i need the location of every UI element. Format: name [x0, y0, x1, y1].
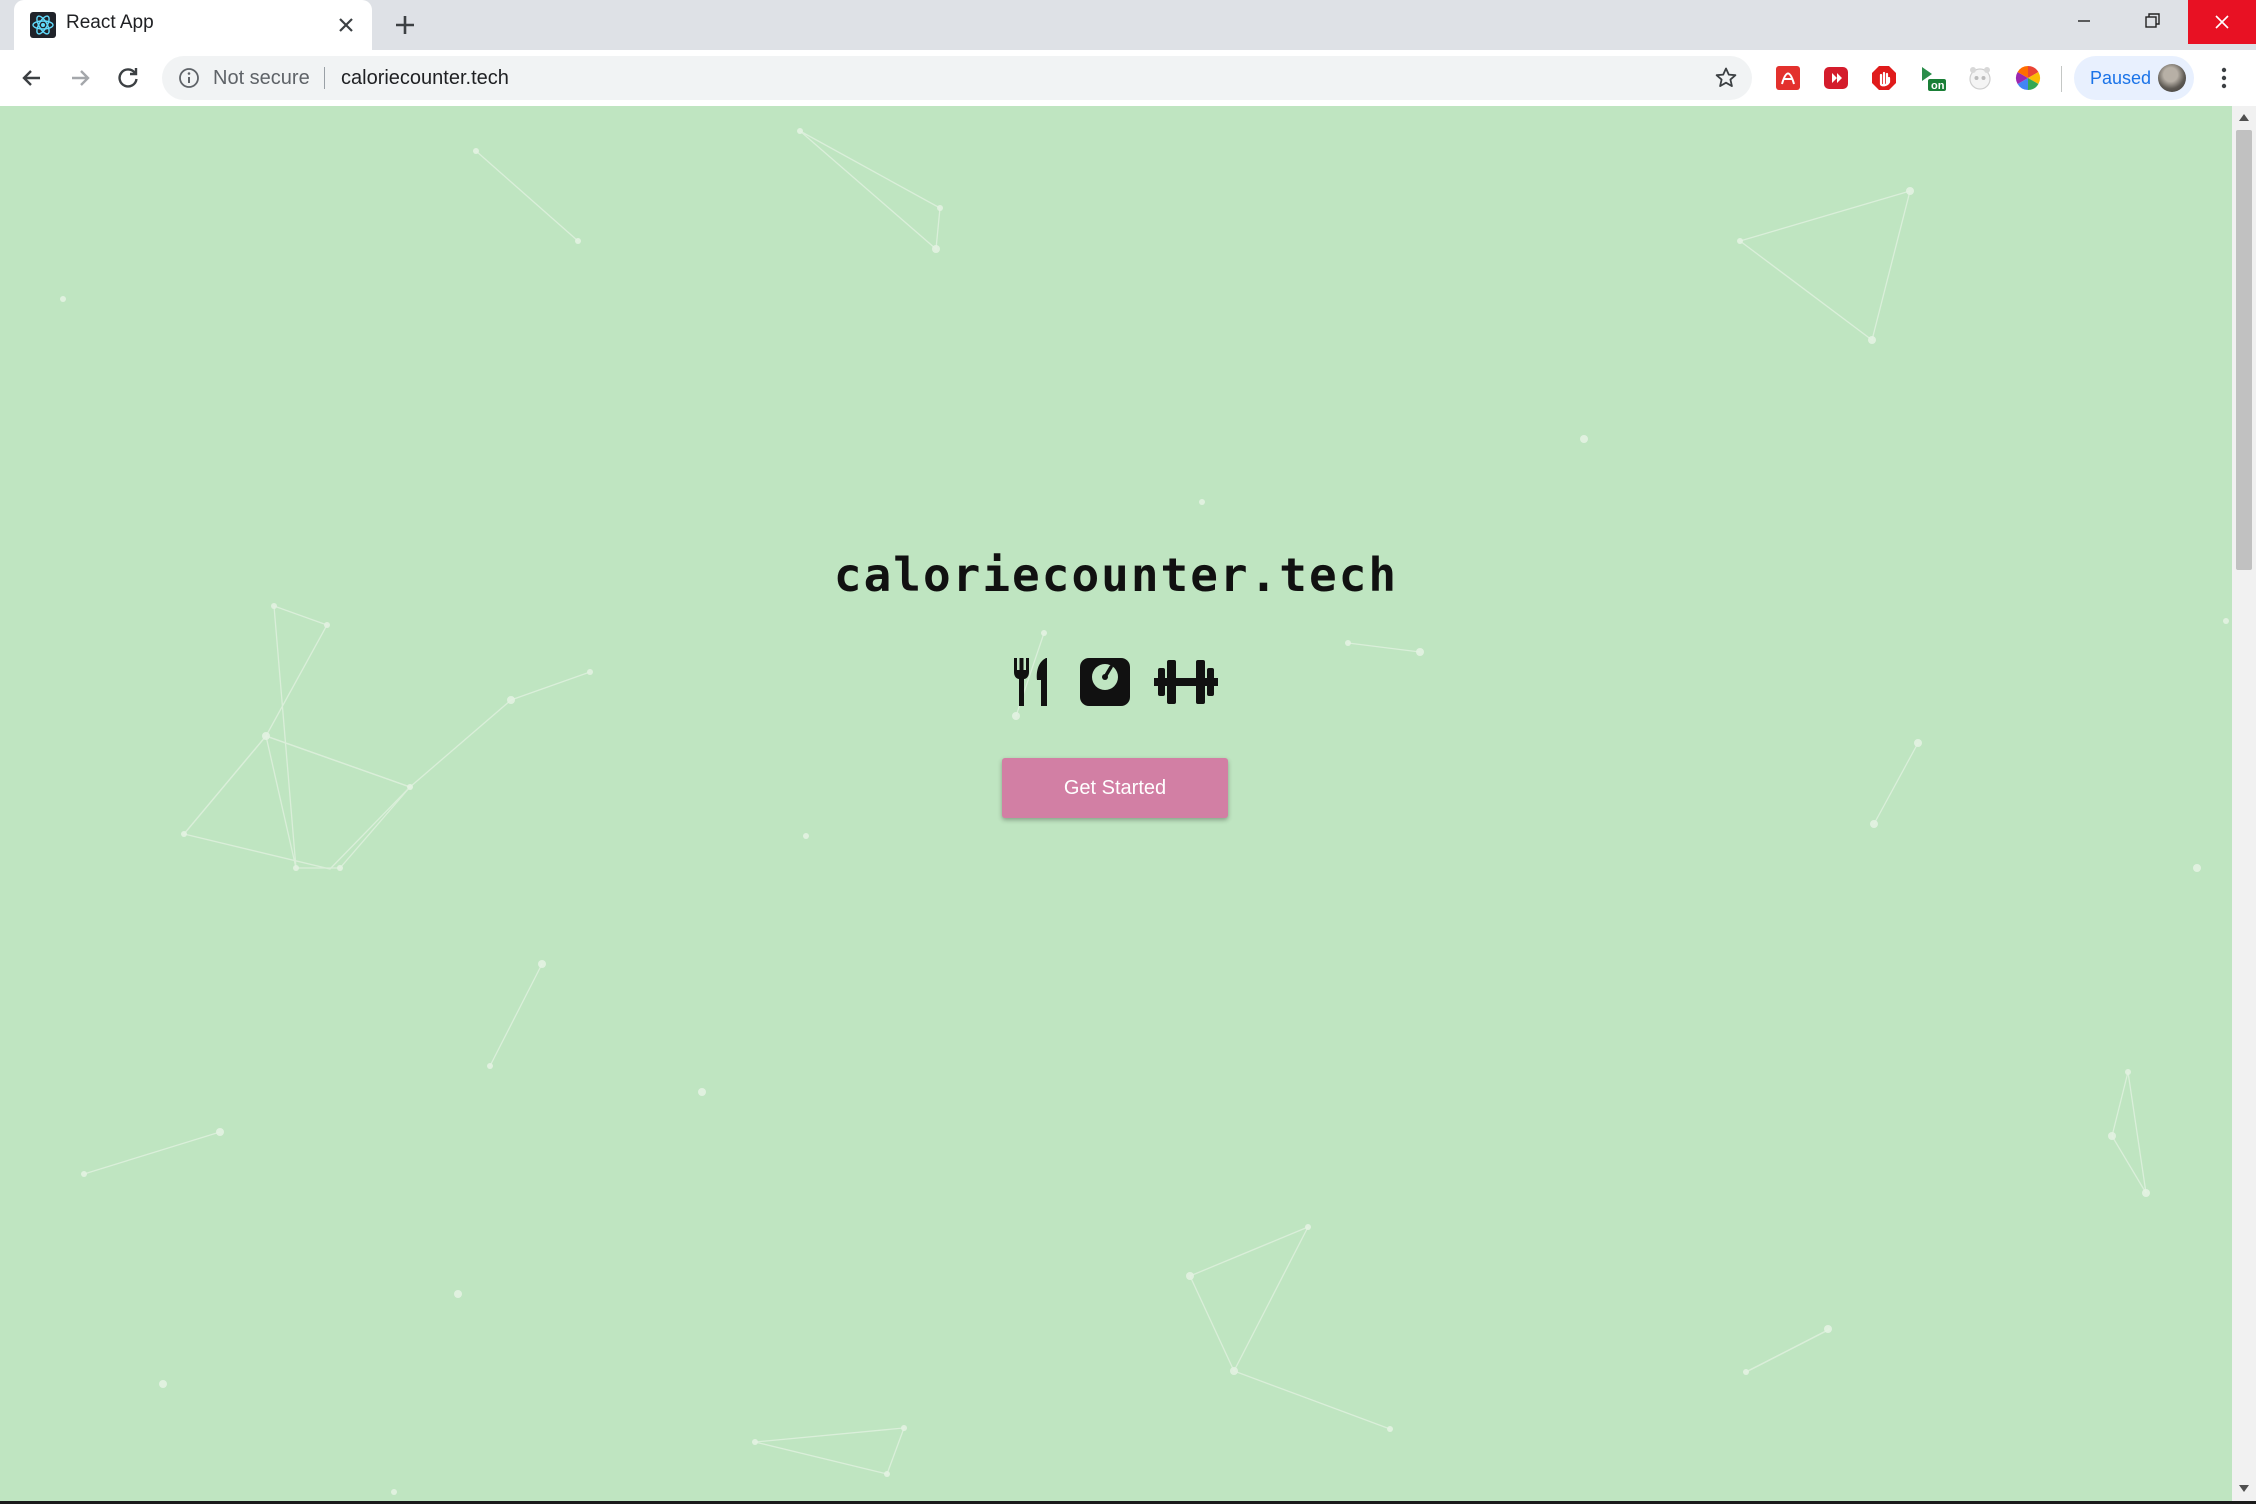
close-icon[interactable]: [334, 13, 358, 37]
get-started-button[interactable]: Get Started: [1002, 758, 1228, 818]
new-tab-icon[interactable]: [392, 12, 418, 38]
react-logo-icon: [30, 12, 56, 38]
url-text[interactable]: caloriecounter.tech: [341, 67, 509, 90]
utensils-icon: [1014, 658, 1047, 706]
address-divider: [324, 67, 325, 89]
profile-status: Paused: [2090, 68, 2152, 88]
page-viewport: caloriecounter.tech Get Started: [0, 106, 2232, 1501]
panda-extension-icon[interactable]: [1966, 64, 1994, 92]
forward-arrow-icon[interactable]: [66, 64, 94, 92]
info-icon[interactable]: [178, 67, 200, 89]
reload-icon[interactable]: [114, 64, 142, 92]
address-bar[interactable]: Not secure caloriecounter.tech: [162, 56, 1752, 100]
scrollbar-thumb[interactable]: [2236, 130, 2252, 570]
tab-strip: React App: [0, 0, 2256, 50]
scroll-up-arrow-icon[interactable]: [2238, 112, 2250, 122]
profile-button[interactable]: Paused: [2074, 56, 2194, 100]
window-close-icon[interactable]: [2188, 0, 2256, 44]
feature-icons: [1010, 656, 1220, 712]
minimize-icon[interactable]: [2050, 0, 2118, 44]
adblock-extension-icon[interactable]: [1870, 64, 1898, 92]
color-wheel-extension-icon[interactable]: [2014, 64, 2042, 92]
browser-toolbar: Not secure caloriecounter.tech on Paused: [0, 50, 2256, 107]
page-scrollbar[interactable]: [2232, 106, 2256, 1501]
weight-scale-icon: [1080, 658, 1130, 706]
page-title: caloriecounter.tech: [833, 548, 1399, 602]
dumbbell-icon: [1154, 660, 1218, 704]
more-menu-icon[interactable]: [2212, 64, 2236, 92]
browser-tab[interactable]: React App: [14, 0, 372, 50]
security-label[interactable]: Not secure: [213, 67, 310, 90]
toolbar-divider: [2061, 66, 2062, 92]
scroll-down-arrow-icon[interactable]: [2238, 1484, 2250, 1494]
tab-title: React App: [66, 12, 154, 33]
extension-badge: on: [1931, 80, 1945, 92]
back-arrow-icon[interactable]: [18, 64, 46, 92]
bookmark-star-icon[interactable]: [1714, 66, 1738, 90]
pdf-extension-icon[interactable]: [1774, 64, 1802, 92]
restore-icon[interactable]: [2118, 0, 2186, 44]
media-extension-icon[interactable]: [1822, 64, 1850, 92]
avatar: [2158, 64, 2186, 92]
